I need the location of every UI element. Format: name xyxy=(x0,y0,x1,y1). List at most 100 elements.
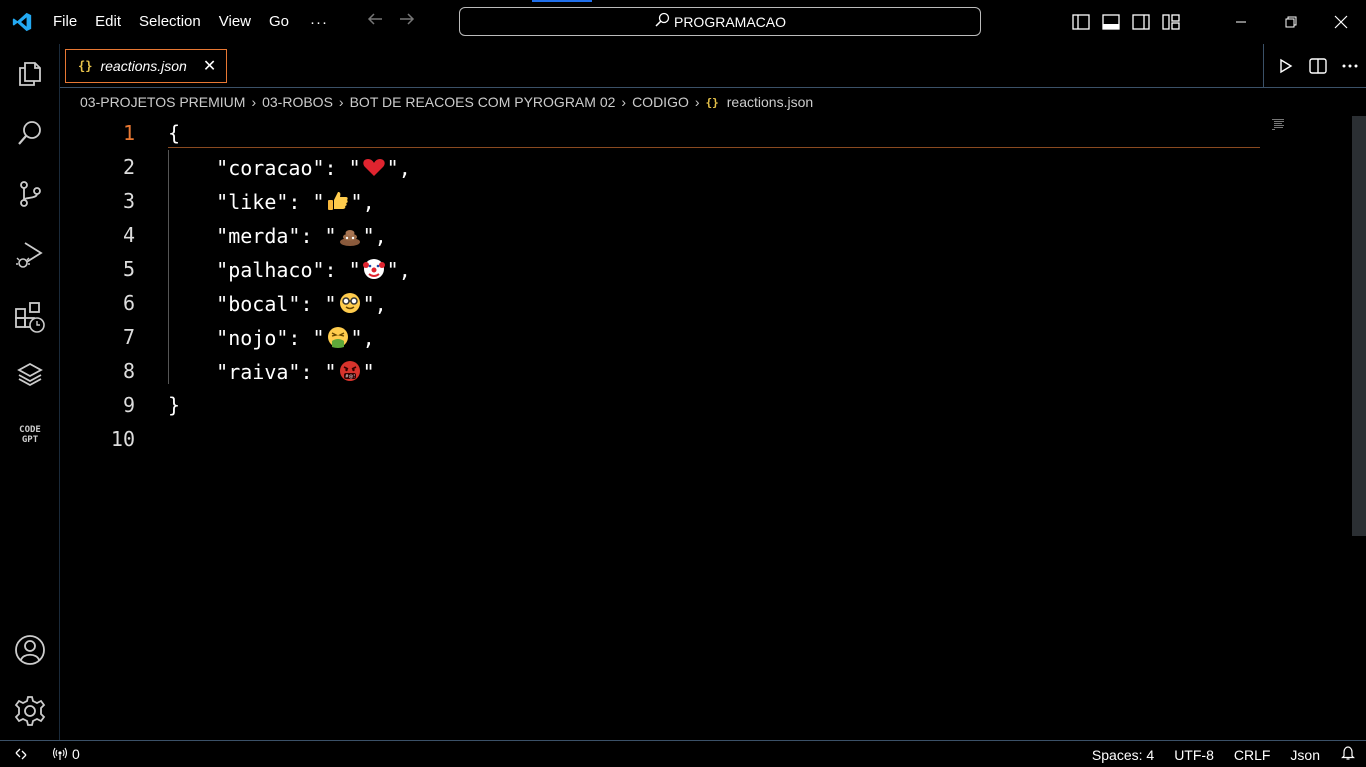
minimap[interactable] xyxy=(1272,118,1286,132)
indentation-status[interactable]: Spaces: 4 xyxy=(1082,747,1164,763)
minimize-icon[interactable] xyxy=(1216,0,1266,44)
activity-bar: CODE GPT xyxy=(0,44,60,740)
line-number: 3 xyxy=(122,189,135,213)
breadcrumb-separator: › xyxy=(251,94,257,110)
line-number: 5 xyxy=(122,257,135,281)
toggle-panel-icon[interactable] xyxy=(1100,11,1122,33)
line-number: 6 xyxy=(122,291,135,315)
toggle-secondary-sidebar-icon[interactable] xyxy=(1130,11,1152,33)
vertical-scrollbar[interactable] xyxy=(1352,116,1366,536)
line-number: 7 xyxy=(122,325,135,349)
code-text: { xyxy=(168,121,181,145)
line-number: 2 xyxy=(122,155,135,179)
source-control-icon[interactable] xyxy=(0,169,60,219)
json-value-end: ", xyxy=(362,223,387,248)
breadcrumb-separator: › xyxy=(694,94,700,110)
account-icon[interactable] xyxy=(0,625,60,675)
layers-icon[interactable] xyxy=(0,349,60,399)
code-text: "like": " ", xyxy=(168,189,375,214)
editor-actions xyxy=(1263,44,1366,88)
more-actions-icon[interactable] xyxy=(1334,50,1366,82)
window-controls xyxy=(1216,0,1366,44)
breadcrumb-item[interactable]: CODIGO xyxy=(632,94,689,110)
toggle-primary-sidebar-icon[interactable] xyxy=(1070,11,1092,33)
search-text: PROGRAMACAO xyxy=(673,13,786,30)
code-editor[interactable]: 1 { 2 "coracao": " ", 3 "like": " ", 4 "me… xyxy=(60,116,1366,740)
heart-emoji-icon xyxy=(362,158,385,176)
breadcrumb-separator: › xyxy=(338,94,344,110)
search-sidebar-icon[interactable] xyxy=(0,108,60,158)
notifications-bell-icon[interactable] xyxy=(1330,745,1366,764)
command-center-search[interactable]: PROGRAMACAO xyxy=(459,7,981,36)
forward-arrow-icon[interactable] xyxy=(398,10,416,34)
menu-file[interactable]: File xyxy=(44,0,86,44)
remote-indicator-icon[interactable] xyxy=(0,741,42,767)
line-number: 1 xyxy=(122,121,135,145)
breadcrumb: 03-PROJETOS PREMIUM › 03-ROBOS › BOT DE … xyxy=(80,91,813,113)
code-line: 10 xyxy=(60,422,1260,456)
back-arrow-icon[interactable] xyxy=(366,10,384,34)
menu-go[interactable]: Go xyxy=(260,0,298,44)
extensions-remote-icon[interactable] xyxy=(0,292,60,342)
json-value-end: ", xyxy=(362,291,387,316)
menu-selection[interactable]: Selection xyxy=(130,0,210,44)
line-number: 4 xyxy=(122,223,135,247)
breadcrumb-item[interactable]: BOT DE REACOES COM PYROGRAM 02 xyxy=(350,94,616,110)
ports-indicator[interactable]: 0 xyxy=(52,746,80,762)
search-icon xyxy=(654,12,670,31)
status-bar: 0 Spaces: 4 UTF-8 CRLF Json xyxy=(0,740,1366,767)
json-key: "merda": " xyxy=(216,223,337,248)
menu-more-button[interactable]: ··· xyxy=(298,14,340,31)
svg-text:CODE: CODE xyxy=(19,425,41,435)
language-mode-status[interactable]: Json xyxy=(1280,747,1330,763)
thumbs-up-emoji-icon xyxy=(327,191,348,210)
editor-tab-bar: {} reactions.json ✕ xyxy=(60,44,1366,88)
breadcrumb-item[interactable]: 03-PROJETOS PREMIUM xyxy=(80,94,245,110)
code-line: 8 "raiva": " #@! " xyxy=(60,354,1260,388)
json-key: "palhaco": " xyxy=(216,257,361,282)
explorer-icon[interactable] xyxy=(0,48,60,98)
code-line: 7 "nojo": " ", xyxy=(60,320,1260,354)
codegpt-icon[interactable]: CODE GPT xyxy=(0,409,60,459)
restore-icon[interactable] xyxy=(1266,0,1316,44)
line-number: 9 xyxy=(122,393,135,417)
code-line: 6 "bocal": " ", xyxy=(60,286,1260,320)
code-text: "merda": " ", xyxy=(168,223,387,248)
eol-status[interactable]: CRLF xyxy=(1224,747,1281,763)
close-tab-icon[interactable]: ✕ xyxy=(203,56,216,76)
poop-emoji-icon xyxy=(339,229,360,246)
vscode-logo-icon xyxy=(0,0,44,44)
tab-reactions-json[interactable]: {} reactions.json ✕ xyxy=(65,49,227,83)
json-key: "coracao": " xyxy=(216,155,361,180)
close-window-icon[interactable] xyxy=(1316,0,1366,44)
code-text: "nojo": " ", xyxy=(168,325,374,350)
customize-layout-icon[interactable] xyxy=(1160,11,1182,33)
split-editor-icon[interactable] xyxy=(1302,50,1334,82)
svg-text:#@!: #@! xyxy=(345,373,355,379)
code-text: "raiva": " #@! " xyxy=(168,359,374,384)
code-line: 2 "coracao": " ", xyxy=(60,150,1260,184)
breadcrumb-separator: › xyxy=(621,94,627,110)
menu-bar: File Edit Selection View Go ··· xyxy=(44,0,340,44)
breadcrumb-item[interactable]: 03-ROBOS xyxy=(262,94,333,110)
menu-view[interactable]: View xyxy=(210,0,260,44)
encoding-status[interactable]: UTF-8 xyxy=(1164,747,1224,763)
ports-count: 0 xyxy=(72,746,80,762)
navigation-arrows xyxy=(366,10,416,34)
code-text: } xyxy=(168,393,181,417)
json-value-end: ", xyxy=(350,189,375,214)
json-key: "bocal": " xyxy=(216,291,337,316)
breadcrumb-file[interactable]: reactions.json xyxy=(727,94,813,110)
svg-text:GPT: GPT xyxy=(22,435,39,445)
menu-edit[interactable]: Edit xyxy=(86,0,130,44)
nerd-face-emoji-icon xyxy=(339,292,360,313)
settings-gear-icon[interactable] xyxy=(0,686,60,736)
line-number: 10 xyxy=(110,427,135,451)
title-bar: File Edit Selection View Go ··· PROGRAMA… xyxy=(0,0,1366,44)
code-text: "coracao": " ", xyxy=(168,155,411,180)
clown-emoji-icon xyxy=(362,258,385,279)
run-icon[interactable] xyxy=(1270,50,1302,82)
json-file-icon: {} xyxy=(78,59,93,73)
cursing-face-emoji-icon: #@! xyxy=(339,360,360,381)
run-and-debug-icon[interactable] xyxy=(0,230,60,280)
